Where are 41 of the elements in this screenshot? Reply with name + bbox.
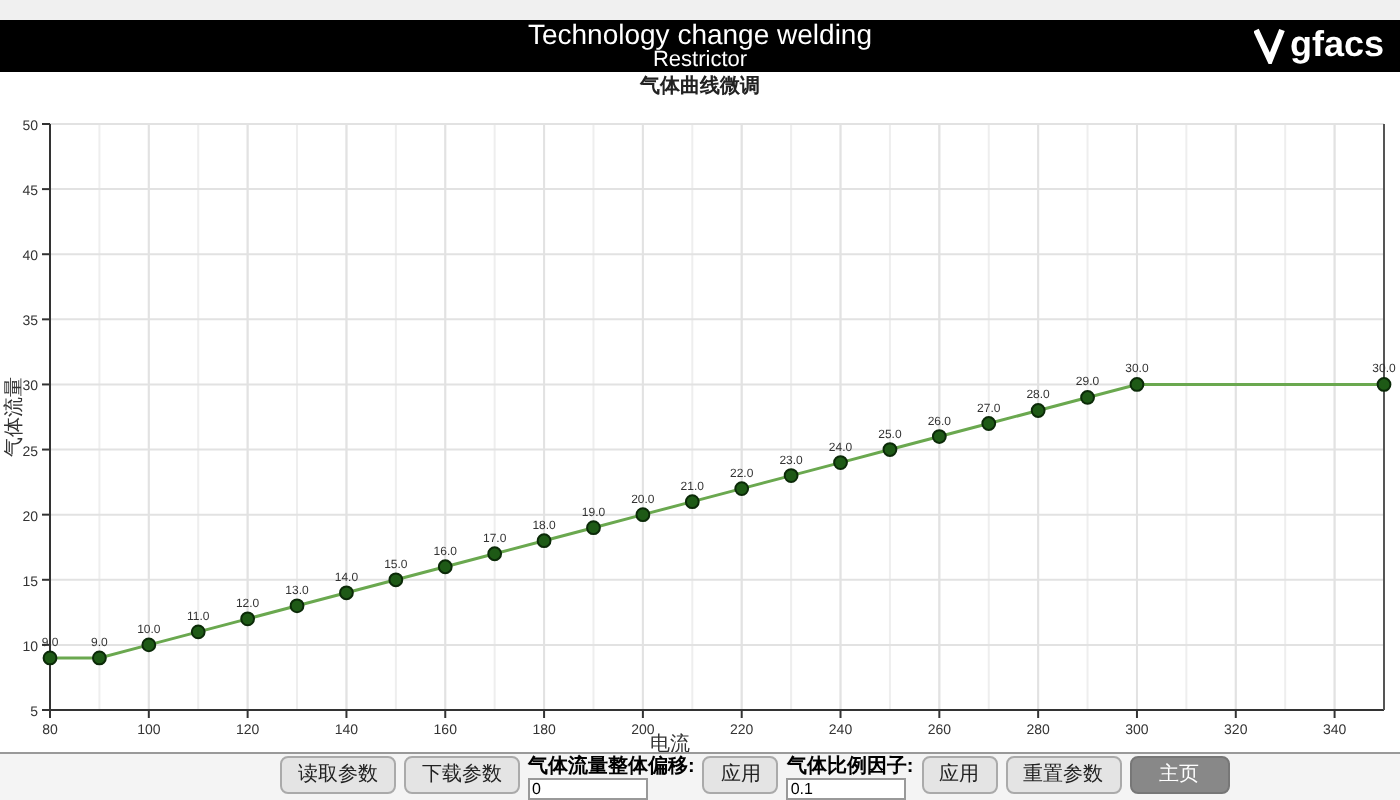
data-point[interactable] xyxy=(289,598,305,614)
data-point[interactable] xyxy=(240,611,256,627)
data-point[interactable] xyxy=(931,429,947,444)
field-label: 气体流量整体偏移: xyxy=(528,756,695,778)
toolbar-button[interactable]: 重置参数 xyxy=(1005,756,1122,794)
logo-mark-icon xyxy=(1253,24,1290,64)
data-point[interactable] xyxy=(1129,377,1145,392)
data-point[interactable] xyxy=(882,442,898,457)
field-label: 气体比例因子: xyxy=(786,756,914,778)
data-point[interactable] xyxy=(586,520,601,536)
toolbar-button[interactable]: 读取参数 xyxy=(280,756,396,794)
chart-title: 气体曲线微调 xyxy=(638,73,762,102)
data-point[interactable] xyxy=(388,572,404,588)
toolbar-button[interactable]: 下载参数 xyxy=(404,756,520,794)
data-point[interactable] xyxy=(981,416,997,431)
data-point[interactable] xyxy=(92,650,107,666)
data-point[interactable] xyxy=(42,650,58,666)
data-point[interactable] xyxy=(684,494,700,510)
header-subtitle: Restrictor xyxy=(652,48,748,72)
data-point[interactable] xyxy=(339,585,354,601)
data-point[interactable] xyxy=(783,468,799,483)
data-point[interactable] xyxy=(190,624,206,640)
data-point[interactable] xyxy=(734,481,750,496)
toolbar-button[interactable]: 应用 xyxy=(702,756,779,794)
data-point[interactable] xyxy=(1376,377,1392,392)
x-axis-title: 电流 xyxy=(650,734,690,752)
input-field[interactable]: 0.1 xyxy=(786,778,907,800)
data-point[interactable] xyxy=(833,455,848,470)
data-point[interactable] xyxy=(1030,403,1046,418)
input-field[interactable]: 0 xyxy=(528,778,648,800)
data-point[interactable] xyxy=(536,533,552,549)
home-button[interactable]: 主页 xyxy=(1129,756,1230,794)
data-point[interactable] xyxy=(437,559,453,575)
data-point[interactable] xyxy=(635,507,651,523)
data-point[interactable] xyxy=(141,637,157,653)
toolbar-button[interactable]: 应用 xyxy=(921,756,998,794)
data-point[interactable] xyxy=(1080,390,1095,405)
header-title: Technology change welding xyxy=(527,20,872,48)
data-point[interactable] xyxy=(487,546,503,562)
logo: gfacs xyxy=(1289,24,1384,64)
y-axis-title: 气体流量 xyxy=(4,377,26,457)
